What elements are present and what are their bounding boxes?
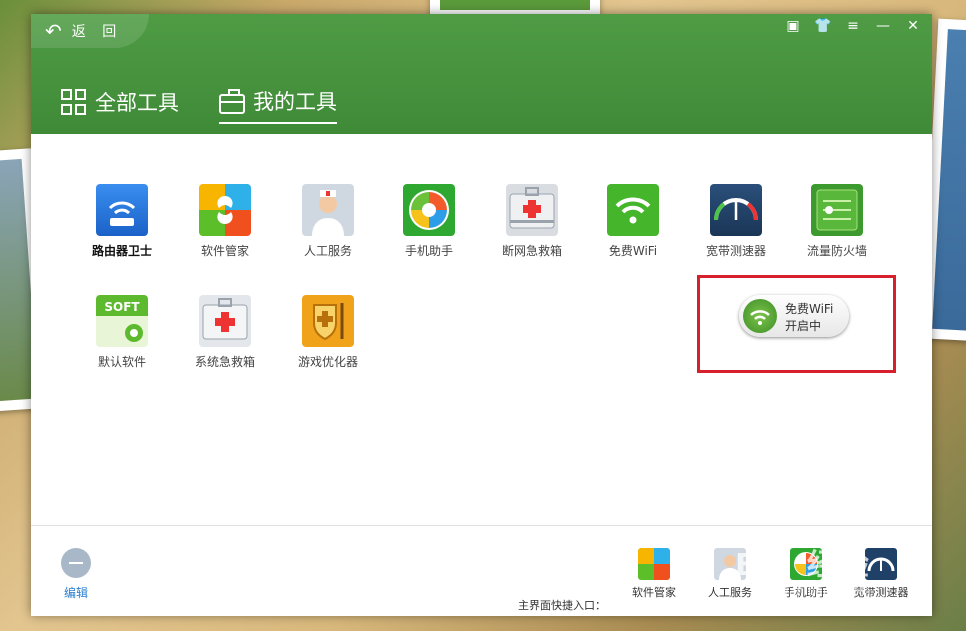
minus-circle-icon <box>61 548 91 578</box>
tool-label: 系统急救箱 <box>194 355 255 369</box>
tool-label: 软件管家 <box>200 244 249 258</box>
game-optimizer-icon <box>302 295 354 347</box>
human-service-icon <box>302 184 354 236</box>
tab-label: 全部工具 <box>95 91 179 115</box>
tab-bar: 全部工具 我的工具 <box>61 86 337 124</box>
free-wifi-icon <box>607 184 659 236</box>
tool-default-software[interactable]: SOFT 默认软件 <box>72 295 172 370</box>
toolbox-icon <box>219 88 245 114</box>
window-header: ↶ 返 回 ▣ 👕 ≡ — ✕ 全部工具 我的工具 <box>31 14 932 134</box>
menu-icon[interactable]: ≡ <box>844 18 862 34</box>
tool-label: 默认软件 <box>97 355 146 369</box>
tab-my-tools[interactable]: 我的工具 <box>219 86 337 124</box>
wifi-widget-title: 免费WiFi <box>785 302 834 316</box>
shirt-icon[interactable]: 👕 <box>814 18 832 34</box>
tool-system-firstaid[interactable]: 系统急救箱 <box>175 295 275 370</box>
speedtest-icon <box>710 184 762 236</box>
tool-label: 人工服务 <box>303 244 352 258</box>
tool-traffic-firewall[interactable]: 流量防火墙 <box>787 184 887 259</box>
skin-icon[interactable]: ▣ <box>784 18 802 34</box>
router-guard-icon <box>96 184 148 236</box>
tool-label: 宽带测速器 <box>705 244 766 258</box>
edit-button[interactable]: 编辑 <box>59 548 93 601</box>
quick-label: 人工服务 <box>708 586 752 599</box>
window-controls: ▣ 👕 ≡ — ✕ <box>784 18 922 34</box>
tool-label: 免费WiFi <box>608 244 658 258</box>
tool-network-firstaid[interactable]: 断网急救箱 <box>482 184 582 259</box>
minimize-icon[interactable]: — <box>874 18 892 34</box>
traffic-firewall-icon <box>811 184 863 236</box>
tab-all-tools[interactable]: 全部工具 <box>61 86 179 124</box>
tool-software-manager[interactable]: 软件管家 <box>175 184 275 259</box>
back-label: 返 回 <box>71 24 123 40</box>
tool-human-service[interactable]: 人工服务 <box>278 184 378 259</box>
network-firstaid-icon <box>506 184 558 236</box>
edit-label: 编辑 <box>63 586 88 600</box>
quick-software-manager[interactable]: 软件管家 <box>619 548 689 600</box>
tool-label: 断网急救箱 <box>501 244 562 258</box>
tab-label: 我的工具 <box>253 90 337 114</box>
free-wifi-toggle[interactable]: 免费WiFi 开启中 <box>739 295 849 337</box>
system-firstaid-icon <box>199 295 251 347</box>
svg-text:SOFT: SOFT <box>104 300 140 314</box>
tool-window: ↶ 返 回 ▣ 👕 ≡ — ✕ 全部工具 我的工具 路由器卫士 软件管家 人工服… <box>31 14 932 616</box>
tool-label: 手机助手 <box>404 244 453 258</box>
wifi-widget-status: 开启中 <box>785 319 822 333</box>
software-manager-icon <box>199 184 251 236</box>
tool-game-optimizer[interactable]: 游戏优化器 <box>278 295 378 370</box>
default-software-icon: SOFT <box>96 295 148 347</box>
back-arrow-icon: ↶ <box>45 19 62 43</box>
quick-entry-label: 主界面快捷入口： <box>518 599 606 612</box>
tool-router-guard[interactable]: 路由器卫士 <box>72 184 172 259</box>
tool-free-wifi[interactable]: 免费WiFi <box>583 184 683 259</box>
wifi-icon <box>743 299 777 333</box>
phone-assistant-icon <box>403 184 455 236</box>
tool-label: 流量防火墙 <box>806 244 867 258</box>
software-manager-icon <box>638 548 670 580</box>
tool-label: 游戏优化器 <box>297 355 358 369</box>
watermark-url: jingyan.baidu.com <box>760 584 871 598</box>
tool-phone-assistant[interactable]: 手机助手 <box>379 184 479 259</box>
quick-label: 软件管家 <box>632 586 676 599</box>
tool-label: 路由器卫士 <box>91 244 152 258</box>
watermark: Bai 经验 <box>735 548 871 583</box>
grid-icon <box>61 89 87 115</box>
close-icon[interactable]: ✕ <box>904 18 922 34</box>
back-button[interactable]: ↶ 返 回 <box>31 14 149 48</box>
tool-speedtest[interactable]: 宽带测速器 <box>686 184 786 259</box>
